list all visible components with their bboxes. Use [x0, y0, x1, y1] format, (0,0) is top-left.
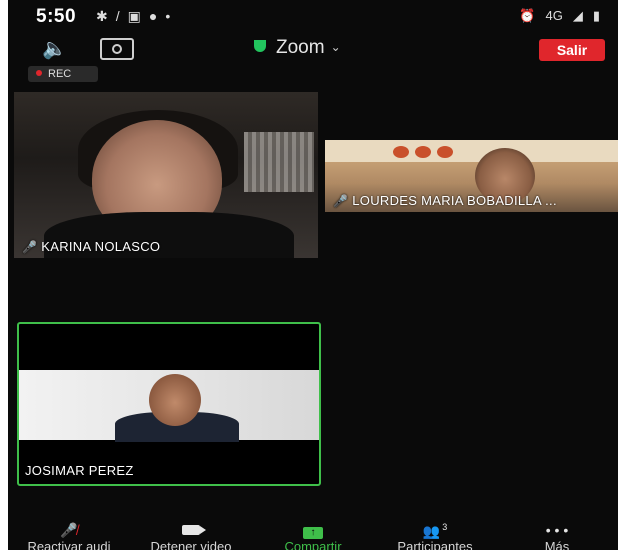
network-type: 4G — [545, 8, 563, 23]
chevron-down-icon: ⌄ — [330, 40, 341, 54]
participant-name-label: 🎤 LOURDES MARIA BOBADILLA ... — [333, 193, 557, 208]
leave-button[interactable]: Salir — [539, 39, 605, 61]
stop-video-button[interactable]: Detener video — [130, 522, 252, 550]
more-label: Más — [544, 539, 570, 550]
screenshot-icon: ▣ — [127, 8, 149, 24]
system-icons: ⏰ 4G ◢ ▮ — [509, 8, 600, 24]
participant-name-label: 🎤 KARINA NOLASCO — [22, 239, 160, 254]
participant-count: 3 — [442, 522, 448, 532]
fruit-decoration — [393, 146, 409, 158]
switch-camera-icon[interactable] — [100, 38, 134, 60]
video-tile-karina[interactable]: 🎤 KARINA NOLASCO — [14, 92, 318, 258]
participants-icon: 👥 3 — [422, 522, 448, 539]
dot-icon: • — [165, 8, 179, 24]
participant-figure — [115, 370, 239, 442]
meeting-title[interactable]: Zoom ⌄ — [254, 37, 341, 59]
meeting-top-bar: 🔈 Zoom ⌄ Salir — [8, 34, 618, 68]
meeting-title-text: Zoom — [276, 37, 325, 58]
cell-signal-icon: ◢ — [572, 8, 583, 23]
stop-video-label: Detener video — [150, 539, 232, 550]
video-camera-icon — [130, 522, 252, 538]
share-button[interactable]: ↑ Compartir — [252, 522, 374, 550]
rec-label: REC — [48, 68, 72, 80]
participant-name: KARINA NOLASCO — [41, 239, 161, 254]
participant-name: JOSIMAR PEREZ — [25, 463, 134, 478]
meeting-toolbar: 🎤̸ Reactivar audi Detener video ↑ Compar… — [8, 522, 618, 550]
more-button[interactable]: • • • Más — [496, 522, 618, 550]
shield-icon — [254, 40, 266, 52]
unmute-button[interactable]: 🎤̸ Reactivar audi — [8, 522, 130, 550]
video-tile-lourdes[interactable]: 🎤 LOURDES MARIA BOBADILLA ... — [325, 140, 618, 212]
alarm-icon: / — [115, 8, 128, 24]
participant-name-label: JOSIMAR PEREZ — [25, 463, 134, 478]
participants-button[interactable]: 👥 3 Participantes — [374, 522, 496, 550]
background-wall — [325, 140, 618, 162]
participant-name: LOURDES MARIA BOBADILLA ... — [352, 193, 557, 208]
mic-off-icon: 🎤̸ — [60, 522, 78, 538]
participant-face — [149, 374, 201, 426]
record-dot-icon — [36, 70, 42, 76]
status-bar: 5:50 ✱/▣●• ⏰ 4G ◢ ▮ — [8, 0, 618, 34]
mic-off-icon: 🎤 — [22, 240, 38, 254]
recording-badge: REC — [28, 66, 98, 82]
background-grill — [244, 132, 314, 192]
alarm-clock-icon: ⏰ — [519, 8, 536, 23]
status-time: 5:50 — [36, 6, 77, 27]
zoom-meeting-screen: 5:50 ✱/▣●• ⏰ 4G ◢ ▮ 🔈 Zoom ⌄ Salir REC 🎤 KARI… — [8, 0, 618, 550]
notification-icons: ✱/▣●• — [96, 8, 178, 25]
share-screen-icon: ↑ — [252, 522, 374, 539]
share-label: Compartir — [284, 539, 342, 550]
unmute-label: Reactivar audi — [27, 539, 111, 550]
speaker-icon[interactable]: 🔈 — [42, 36, 67, 61]
video-tile-josimar[interactable]: JOSIMAR PEREZ — [17, 322, 321, 486]
whatsapp-icon: ● — [148, 8, 166, 24]
signal-icon: ✱ — [96, 8, 116, 24]
battery-icon: ▮ — [592, 8, 600, 23]
fruit-decoration — [415, 146, 431, 158]
more-icon: • • • — [545, 522, 569, 538]
participants-label: Participantes — [397, 539, 473, 550]
mic-off-icon: 🎤 — [333, 194, 349, 208]
fruit-decoration — [437, 146, 453, 158]
